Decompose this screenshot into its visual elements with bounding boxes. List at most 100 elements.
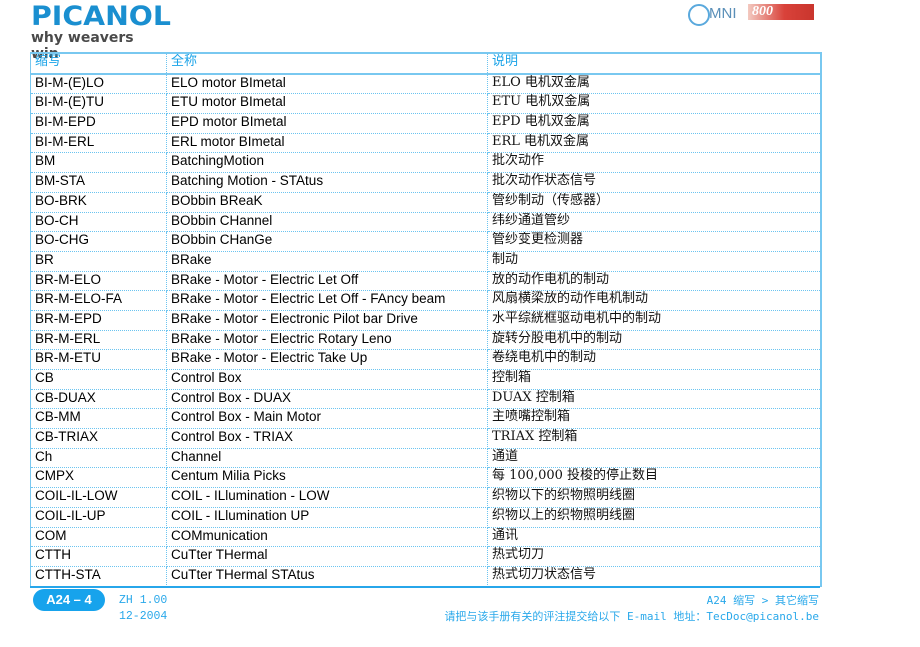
cell-full-name: EPD motor BImetal: [166, 113, 488, 134]
table-row: CB Control Box 控制箱: [30, 369, 822, 390]
table-row: CMPX Centum Milia Picks 每 100,000 投梭的停止数目: [30, 467, 822, 489]
cell-description: 热式切刀状态信号: [487, 565, 822, 587]
table-row: BR-M-ELO BRake - Motor - Electric Let Off…: [30, 270, 822, 292]
cell-full-name: BRake - Motor - Electric Take Up: [166, 349, 488, 370]
table-row: BR BRake 制动: [30, 250, 822, 272]
cell-abbreviation: CB: [30, 369, 167, 390]
cell-abbreviation: CB-TRIAX: [30, 428, 167, 449]
cell-description: 管纱制动（传感器）: [487, 191, 822, 213]
omni-ring-icon: [688, 4, 710, 26]
cell-description: 旋转分股电机中的制动: [487, 329, 822, 351]
cell-description: 热式切刀: [487, 546, 822, 567]
table-row: BR-M-EPD BRake - Motor - Electronic Pilot…: [30, 309, 822, 331]
table-row: BM-STA Batching Motion - STAtus 批次动作状态信号: [30, 172, 822, 193]
table-row: CB-MM Control Box - Main Motor 主喷嘴控制箱: [30, 408, 822, 430]
cell-full-name: ELO motor BImetal: [166, 72, 488, 95]
table-row: BR-M-ERL BRake - Motor - Electric Rotary …: [30, 329, 822, 351]
cell-abbreviation: BR-M-ELO: [30, 270, 167, 292]
cell-abbreviation: BO-CH: [30, 211, 167, 233]
table-row: Ch Channel 通道: [30, 447, 822, 469]
cell-full-name: BObbin CHannel: [166, 211, 488, 233]
cell-description: 管纱变更检测器: [487, 231, 822, 252]
cell-full-name: Control Box: [166, 369, 488, 390]
cell-description: 通讯: [487, 526, 822, 548]
cell-description: 每 100,000 投梭的停止数目: [487, 467, 822, 489]
table-row: BI-M-(E)LO ELO motor BImetal ELO 电机双金属: [30, 72, 822, 95]
omni-800-logo: MNI 800: [688, 2, 818, 28]
cell-abbreviation: BR-M-EPD: [30, 309, 167, 331]
cell-full-name: Batching Motion - STAtus: [166, 172, 488, 193]
cell-description: 放的动作电机的制动: [487, 270, 822, 292]
cell-description: EPD 电机双金属: [487, 113, 822, 134]
document-version: ZH 1.00 12-2004: [119, 593, 167, 625]
cell-full-name: BRake - Motor - Electric Let Off: [166, 270, 488, 292]
cell-description: 主喷嘴控制箱: [487, 408, 822, 430]
table-row: BI-M-EPD EPD motor BImetal EPD 电机双金属: [30, 113, 822, 134]
cell-description: 水平综絖框驱动电机中的制动: [487, 309, 822, 331]
cell-abbreviation: BI-M-EPD: [30, 113, 167, 134]
column-header-abbreviation: 缩写: [30, 52, 167, 75]
cell-full-name: CuTter THermal STAtus: [166, 565, 488, 587]
feedback-note: 请把与该手册有关的评注提交给以下 E-mail 地址：TecDoc@picano…: [444, 610, 819, 623]
table-row: BO-CHG BObbin CHanGe 管纱变更检测器: [30, 231, 822, 252]
cell-abbreviation: BO-BRK: [30, 191, 167, 213]
cell-description: 织物以上的织物照明线圈: [487, 506, 822, 528]
cell-abbreviation: BI-M-(E)TU: [30, 93, 167, 115]
cell-full-name: BRake - Motor - Electric Rotary Leno: [166, 329, 488, 351]
breadcrumb: A24 缩写 > 其它缩写: [706, 594, 819, 607]
cell-full-name: BatchingMotion: [166, 152, 488, 174]
table-row: BI-M-(E)TU ETU motor BImetal ETU 电机双金属: [30, 93, 822, 115]
table-row: BR-M-ETU BRake - Motor - Electric Take Up…: [30, 349, 822, 370]
cell-description: 批次动作状态信号: [487, 172, 822, 193]
footer-divider: [30, 586, 820, 588]
page-number-badge: A24 – 4: [33, 589, 105, 611]
cell-full-name: COIL - ILlumination UP: [166, 506, 488, 528]
omni-logo-text: MNI: [709, 5, 737, 22]
cell-abbreviation: BM: [30, 152, 167, 174]
cell-abbreviation: BR-M-ERL: [30, 329, 167, 351]
cell-full-name: BRake - Motor - Electric Let Off - FAncy…: [166, 290, 488, 311]
cell-full-name: BObbin BReaK: [166, 191, 488, 213]
cell-description: 织物以下的织物照明线圈: [487, 487, 822, 508]
cell-abbreviation: BO-CHG: [30, 231, 167, 252]
table-row: BM BatchingMotion 批次动作: [30, 152, 822, 174]
cell-full-name: Channel: [166, 447, 488, 469]
table-row: COIL-IL-UP COIL - ILlumination UP 织物以上的织物照…: [30, 506, 822, 528]
cell-full-name: Control Box - TRIAX: [166, 428, 488, 449]
cell-abbreviation: CTTH-STA: [30, 565, 167, 587]
cell-full-name: COMmunication: [166, 526, 488, 548]
cell-abbreviation: BM-STA: [30, 172, 167, 193]
cell-abbreviation: BR: [30, 250, 167, 272]
cell-abbreviation: BR-M-ETU: [30, 349, 167, 370]
cell-full-name: Centum Milia Picks: [166, 467, 488, 489]
cell-description: 卷绕电机中的制动: [487, 349, 822, 370]
cell-abbreviation: CB-MM: [30, 408, 167, 430]
table-row: COM COMmunication 通讯: [30, 526, 822, 548]
cell-description: 纬纱通道管纱: [487, 211, 822, 233]
cell-abbreviation: COIL-IL-UP: [30, 506, 167, 528]
cell-description: ERL 电机双金属: [487, 132, 822, 154]
picanol-logo: PICANOL why weavers win: [31, 3, 171, 62]
cell-description: ELO 电机双金属: [487, 72, 822, 95]
cell-abbreviation: COM: [30, 526, 167, 548]
table-row: CTTH-STA CuTter THermal STAtus 热式切刀状态信号: [30, 565, 822, 587]
table-row: BI-M-ERL ERL motor BImetal ERL 电机双金属: [30, 132, 822, 154]
cell-abbreviation: CMPX: [30, 467, 167, 489]
cell-description: TRIAX 控制箱: [487, 428, 822, 449]
cell-description: 制动: [487, 250, 822, 272]
table-row: CTTH CuTter THermal 热式切刀: [30, 546, 822, 567]
footer-info: A24 缩写 > 其它缩写 请把与该手册有关的评注提交给以下 E-mail 地址…: [444, 593, 819, 625]
cell-description: DUAX 控制箱: [487, 388, 822, 410]
cell-description: ETU 电机双金属: [487, 93, 822, 115]
cell-description: 通道: [487, 447, 822, 469]
table-row: BR-M-ELO-FA BRake - Motor - Electric Let …: [30, 290, 822, 311]
cell-abbreviation: BI-M-ERL: [30, 132, 167, 154]
cell-description: 风扇横梁放的动作电机制动: [487, 290, 822, 311]
table-header-row: 缩写 全称 说明: [30, 52, 822, 75]
cell-full-name: ETU motor BImetal: [166, 93, 488, 115]
cell-full-name: Control Box - DUAX: [166, 388, 488, 410]
column-header-full-name: 全称: [166, 52, 488, 75]
table-row: COIL-IL-LOW COIL - ILlumination - LOW 织物以下…: [30, 487, 822, 508]
cell-abbreviation: CB-DUAX: [30, 388, 167, 410]
cell-description: 批次动作: [487, 152, 822, 174]
